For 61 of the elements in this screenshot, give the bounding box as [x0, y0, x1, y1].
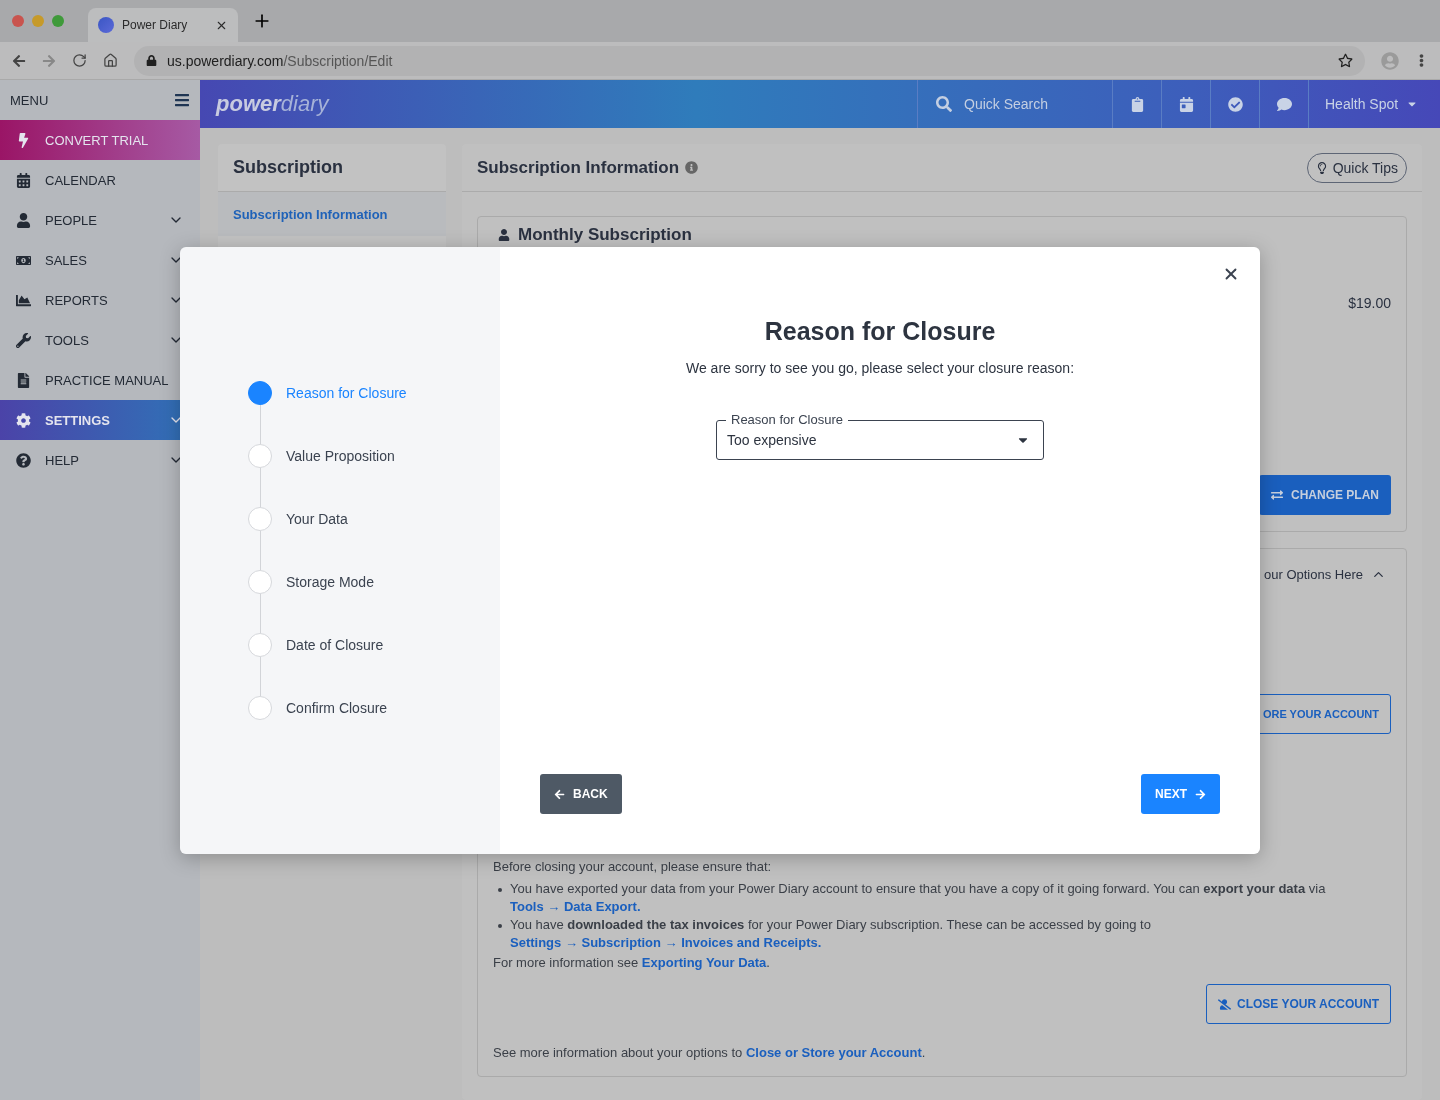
dialog-subtitle: We are sorry to see you go, please select your closure reason: — [685, 360, 1075, 376]
menu-icon[interactable] — [174, 92, 190, 108]
chat-bubble-icon — [1276, 96, 1292, 112]
dialog-title: Reason for Closure — [764, 317, 996, 346]
lock-icon — [146, 55, 157, 66]
sidebar-item-icon — [16, 332, 31, 348]
sidebar-item[interactable]: REPORTS — [0, 280, 200, 320]
arrow-right-icon — [1195, 788, 1206, 800]
sidebar-item-icon — [16, 372, 31, 388]
lightbulb-icon — [1315, 161, 1328, 174]
bullet-icon — [498, 888, 502, 892]
quick-search-field[interactable]: Quick Search — [917, 80, 1112, 128]
step-item[interactable]: Value Proposition — [248, 444, 500, 468]
step-item[interactable]: Your Data — [248, 507, 500, 531]
sidebar-item[interactable]: SALES — [0, 240, 200, 280]
step-item[interactable]: Storage Mode — [248, 570, 500, 594]
sidebar-item[interactable]: HELP — [0, 440, 200, 480]
back-button[interactable]: BACK — [540, 774, 622, 814]
browser-tab[interactable]: Power Diary — [88, 8, 238, 42]
more-info-text: For more information see Exporting Your Data. — [492, 954, 771, 972]
logo[interactable]: powerdiary — [200, 80, 917, 128]
reload-icon[interactable] — [72, 53, 87, 68]
sidebar-item[interactable]: CONVERT TRIAL — [0, 120, 200, 160]
bullet-text: You have exported your data from your Power Diary account to ensure that you have a copy of it going forward. You can export your data via Tools → Data Export. — [510, 880, 1327, 916]
search-icon — [936, 96, 952, 112]
menu-title: MENU — [10, 92, 49, 108]
step-item[interactable]: Confirm Closure — [248, 696, 500, 720]
step-item[interactable]: Date of Closure — [248, 633, 500, 657]
plan-title: Monthly Subscription — [518, 225, 692, 245]
calendar-icon — [1178, 96, 1194, 112]
info-icon[interactable] — [685, 161, 699, 174]
clipboard-icon — [1129, 96, 1145, 112]
bullet-text: You have downloaded the tax invoices for your Power Diary subscription. These can be accessed by going to Settings → Subscription → Invoices and Receipts. — [510, 916, 1152, 952]
sidebar-item-icon — [16, 452, 31, 468]
address-bar[interactable]: us.powerdiary.com/Subscription/Edit — [134, 45, 1365, 76]
panel-title: Subscription Information — [477, 157, 680, 178]
sidebar-item[interactable]: PRACTICE MANUAL — [0, 360, 200, 400]
home-icon[interactable] — [103, 53, 118, 68]
options-toggle[interactable]: our Options Here — [1264, 567, 1386, 582]
sidebar-item-icon — [16, 412, 31, 428]
change-plan-button[interactable]: CHANGE PLAN — [1259, 475, 1391, 515]
site-favicon — [98, 17, 114, 33]
bookmark-star-icon[interactable] — [1338, 53, 1353, 68]
next-button[interactable]: NEXT — [1141, 774, 1220, 814]
subnav-title: Subscription — [233, 157, 343, 178]
sidebar-item[interactable]: CALENDAR — [0, 160, 200, 200]
sidebar-item-icon — [16, 132, 31, 148]
bullet-icon — [498, 924, 502, 928]
sidebar-item-icon — [16, 172, 31, 188]
user-slash-icon — [1218, 997, 1231, 1011]
arrow-left-icon — [554, 788, 565, 800]
sidebar-item[interactable]: PEOPLE — [0, 200, 200, 240]
account-menu[interactable]: Health Spot — [1308, 80, 1440, 128]
sidebar-item-icon — [16, 292, 31, 308]
intro-text: Before closing your account, please ensure that: — [492, 858, 773, 876]
sidebar-item-icon — [16, 212, 31, 228]
footer-text: See more information about your options to Close or Store your Account. — [492, 1044, 927, 1062]
exchange-icon — [1271, 489, 1283, 501]
plan-price: $19.00 — [1348, 295, 1391, 311]
back-icon[interactable] — [12, 53, 26, 68]
person-icon — [498, 229, 510, 241]
